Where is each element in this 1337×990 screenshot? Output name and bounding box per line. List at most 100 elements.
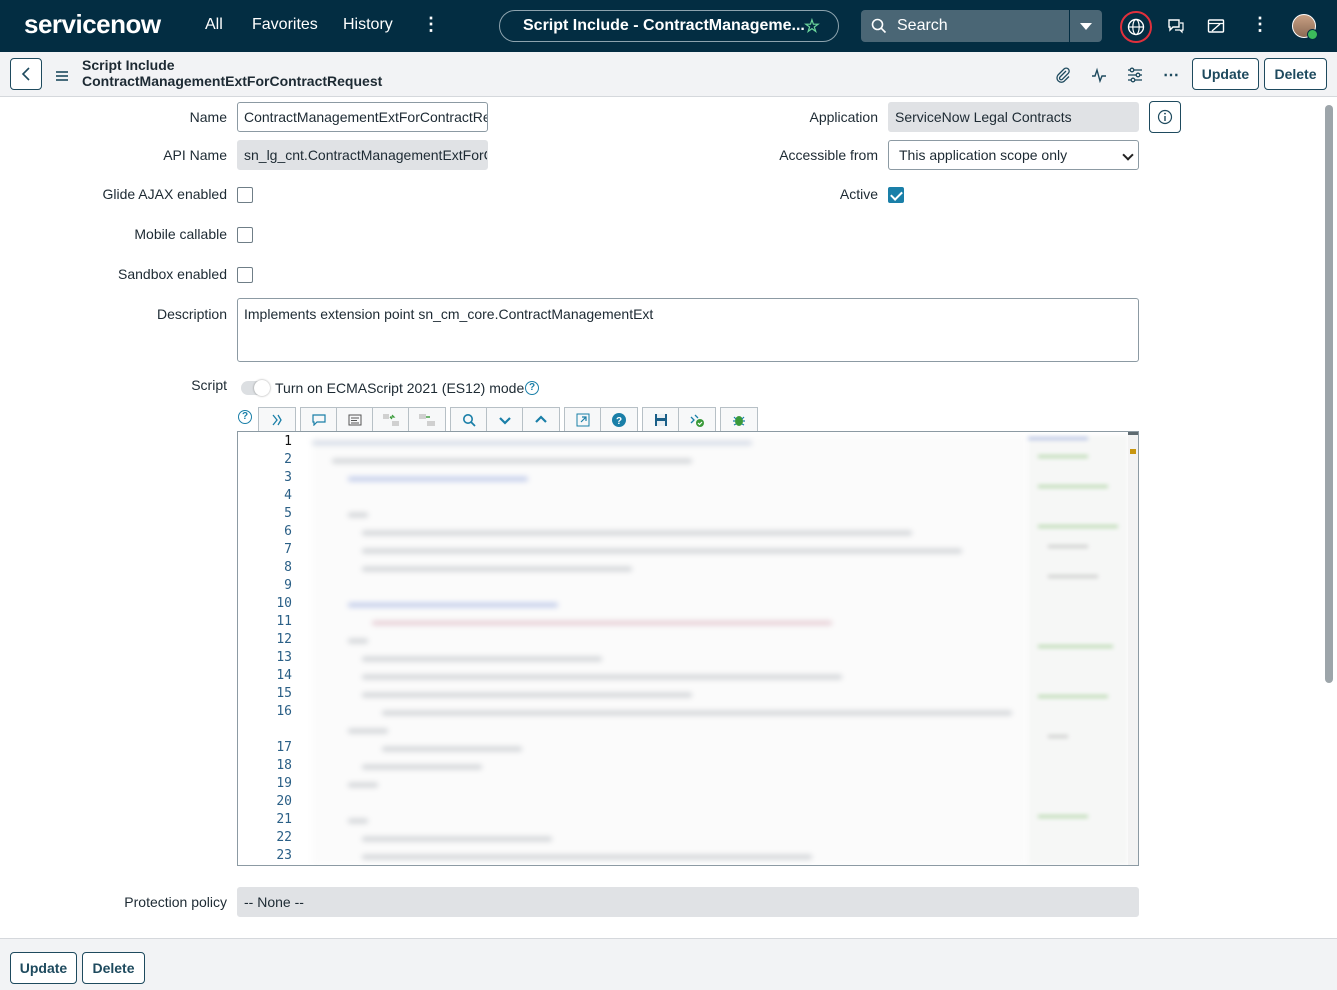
settings-sliders-icon[interactable] xyxy=(1125,65,1145,85)
delete-button-header[interactable]: Delete xyxy=(1264,58,1327,90)
line-number: 14 xyxy=(276,668,292,683)
user-avatar[interactable] xyxy=(1292,14,1318,40)
record-title-pill[interactable]: Script Include - ContractManageme... ☆ xyxy=(499,10,839,42)
line-number: 22 xyxy=(276,830,292,845)
es12-label: Turn on ECMAScript 2021 (ES12) mode xyxy=(275,380,525,396)
paperclip-icon[interactable] xyxy=(1053,65,1073,85)
nav-history[interactable]: History xyxy=(343,16,393,34)
script-editor-toolbar: ? xyxy=(258,407,762,431)
back-button[interactable] xyxy=(10,58,42,90)
es12-toggle[interactable] xyxy=(241,380,270,396)
search-scope-dropdown[interactable] xyxy=(1070,10,1102,42)
search-code-icon[interactable] xyxy=(451,408,487,431)
update-button-header[interactable]: Update xyxy=(1192,58,1259,90)
line-number: 19 xyxy=(276,776,292,791)
line-number-gutter: 1 2 3 4 5 6 7 8 9 10 11 12 13 14 15 16 1… xyxy=(238,432,312,865)
star-icon[interactable]: ☆ xyxy=(804,16,820,37)
line-number: 1 xyxy=(284,434,292,449)
active-label: Active xyxy=(839,186,878,202)
protection-policy-select[interactable]: -- None -- xyxy=(237,887,1139,917)
es12-help-icon[interactable]: ? xyxy=(525,381,539,395)
sandbox-enabled-label: Sandbox enabled xyxy=(118,266,227,282)
editor-help-icon[interactable]: ? xyxy=(238,410,252,424)
name-input[interactable]: ContractManagementExtForContractRequest xyxy=(237,102,488,132)
script-label: Script xyxy=(191,377,227,393)
top-nav: servicenow All Favorites History ⋮ Scrip… xyxy=(0,0,1337,52)
find-previous-icon[interactable] xyxy=(523,408,559,431)
name-label: Name xyxy=(189,109,227,125)
application-info-button[interactable] xyxy=(1149,101,1181,133)
description-label: Description xyxy=(156,306,227,322)
globe-icon[interactable] xyxy=(1120,11,1152,43)
line-number: 9 xyxy=(284,578,292,593)
api-name-field: sn_lg_cnt.ContractManagementExtForContra… xyxy=(237,140,488,170)
mobile-callable-checkbox[interactable] xyxy=(237,227,253,243)
delete-button-footer[interactable]: Delete xyxy=(82,952,145,984)
nav-favorites[interactable]: Favorites xyxy=(252,16,318,34)
svg-text:?: ? xyxy=(616,416,622,427)
form-footer: Update Delete xyxy=(0,938,1337,990)
accessible-from-select[interactable]: This application scope only xyxy=(888,140,1139,170)
line-number: 6 xyxy=(284,524,292,539)
more-options-icon[interactable]: ⋮ xyxy=(1251,14,1269,35)
syntax-check-icon[interactable] xyxy=(679,408,715,431)
record-name: ContractManagementExtForContractRequest xyxy=(82,73,383,89)
line-number: 16 xyxy=(276,704,292,719)
context-menu-icon[interactable] xyxy=(56,68,68,84)
page-scrollbar[interactable] xyxy=(1325,105,1333,683)
script-debugger-icon[interactable] xyxy=(721,408,757,431)
fullscreen-icon[interactable] xyxy=(565,408,601,431)
accessible-from-label: Accessible from xyxy=(779,147,878,163)
replace-all-icon[interactable] xyxy=(409,408,445,431)
description-textarea[interactable]: Implements extension point sn_cm_core.Co… xyxy=(237,298,1139,362)
line-number: 15 xyxy=(276,686,292,701)
chat-icon[interactable] xyxy=(1166,16,1186,36)
more-actions-icon[interactable]: ⋯ xyxy=(1161,65,1181,85)
search-placeholder: Search xyxy=(897,17,948,34)
servicenow-logo[interactable]: servicenow xyxy=(24,9,161,40)
nav-more-icon[interactable]: ⋮ xyxy=(422,14,440,35)
mobile-callable-label: Mobile callable xyxy=(134,226,227,242)
line-number: 2 xyxy=(284,452,292,467)
line-number: 12 xyxy=(276,632,292,647)
active-checkbox[interactable] xyxy=(888,187,904,203)
code-area-blurred xyxy=(312,435,1027,865)
line-number: 5 xyxy=(284,506,292,521)
line-number: 21 xyxy=(276,812,292,827)
toggle-syntax-icon[interactable] xyxy=(259,408,295,431)
update-button-footer[interactable]: Update xyxy=(10,952,77,984)
logo-text: servicenow xyxy=(24,9,161,39)
replace-icon[interactable] xyxy=(373,408,409,431)
impersonate-icon[interactable] xyxy=(1206,16,1226,36)
nav-all[interactable]: All xyxy=(205,16,223,34)
code-minimap xyxy=(1028,435,1128,865)
protection-policy-label: Protection policy xyxy=(124,894,227,910)
line-number: 23 xyxy=(276,848,292,863)
find-next-icon[interactable] xyxy=(487,408,523,431)
line-number: 18 xyxy=(276,758,292,773)
chevron-left-icon xyxy=(21,67,30,81)
save-icon[interactable] xyxy=(643,408,679,431)
record-type: Script Include xyxy=(82,57,175,73)
script-editor[interactable]: 1 2 3 4 5 6 7 8 9 10 11 12 13 14 15 16 1… xyxy=(237,431,1139,866)
line-number: 20 xyxy=(276,794,292,809)
activity-icon[interactable] xyxy=(1089,65,1109,85)
glide-ajax-checkbox[interactable] xyxy=(237,187,253,203)
format-code-icon[interactable] xyxy=(337,408,373,431)
glide-ajax-label: Glide AJAX enabled xyxy=(102,186,227,202)
line-number: 11 xyxy=(276,614,292,629)
comment-icon[interactable] xyxy=(301,408,337,431)
info-icon xyxy=(1157,109,1173,125)
application-label: Application xyxy=(809,109,879,125)
line-number: 8 xyxy=(284,560,292,575)
global-search-input[interactable]: Search xyxy=(861,10,1069,42)
editor-scrollbar[interactable] xyxy=(1128,432,1138,865)
form-header: Script Include ContractManagementExtForC… xyxy=(0,52,1337,97)
api-name-label: API Name xyxy=(163,147,227,163)
sandbox-enabled-checkbox[interactable] xyxy=(237,267,253,283)
line-number: 17 xyxy=(276,740,292,755)
search-icon xyxy=(871,18,887,34)
script-help-icon[interactable]: ? xyxy=(601,408,637,431)
record-title-text: Script Include - ContractManageme... xyxy=(523,17,805,34)
line-number: 7 xyxy=(284,542,292,557)
